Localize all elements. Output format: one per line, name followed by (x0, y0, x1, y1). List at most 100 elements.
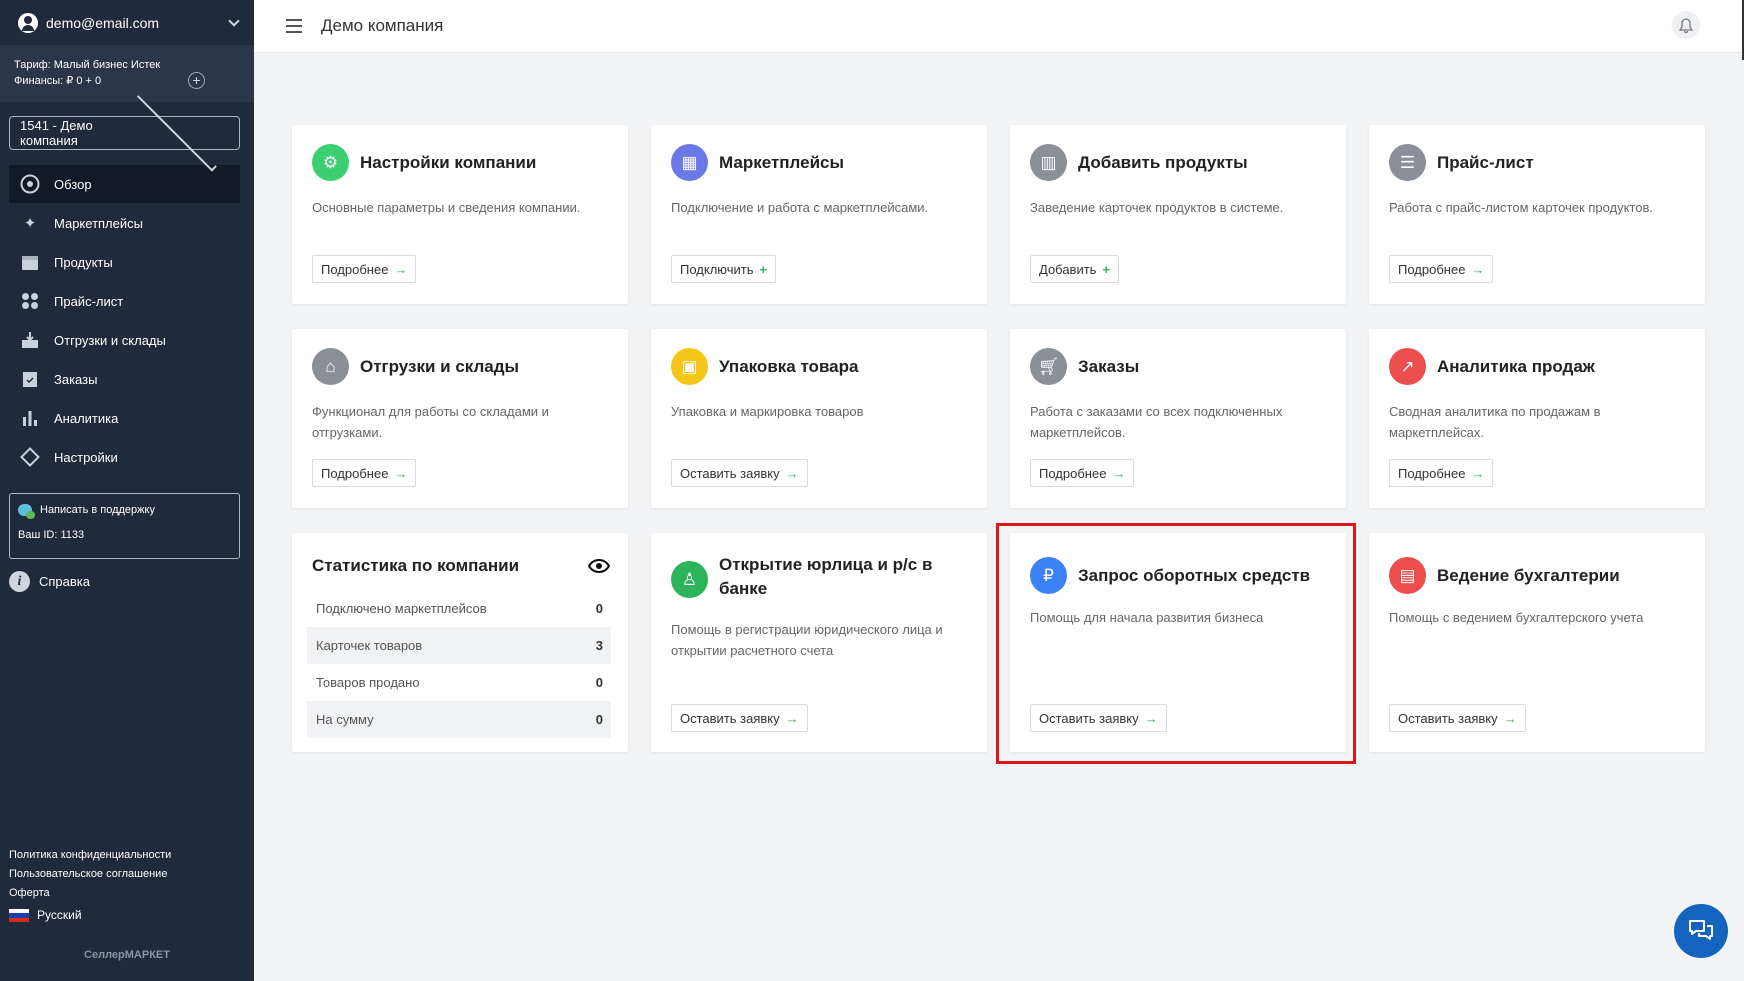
notifications-bell-icon[interactable] (1672, 11, 1700, 39)
marketplaces-connect-button[interactable]: Подключить + (671, 255, 777, 283)
sidebar-item-label: Настройки (54, 449, 118, 465)
eye-icon[interactable] (587, 558, 611, 578)
card-marketplaces: ▦ Маркетплейсы Подключение и работа с мар… (651, 125, 987, 304)
card-company-settings: ⚙ Настройки компании Основные параметры и… (292, 125, 628, 304)
inbox-download-icon (20, 330, 40, 350)
support-box[interactable]: Написать в поддержку Ваш ID: 1133 (9, 493, 240, 559)
stats-row: Товаров продано 0 (316, 675, 603, 690)
dots-icon (20, 291, 40, 311)
diamond-settings-icon (20, 447, 40, 467)
card-title: Открытие юрлица и р/с в банке (719, 555, 933, 598)
arrow-right-icon: → (1471, 465, 1485, 481)
sidebar-item-settings[interactable]: Настройки (9, 438, 240, 476)
package-icon: ▣ (671, 348, 708, 385)
chat-bubbles-icon (1689, 920, 1713, 940)
arrow-right-icon: → (394, 261, 408, 277)
barcode-icon: ▥ (1030, 144, 1067, 181)
accounting-request-button[interactable]: Оставить заявку → (1389, 704, 1526, 732)
company-select[interactable]: 1541 - Демо компания (9, 91, 240, 171)
trend-chart-icon: ↗ (1389, 348, 1426, 385)
tariff-line: Тариф: Малый бизнес Истек (14, 59, 161, 71)
add-funds-icon[interactable]: + (188, 72, 205, 89)
chat-button[interactable] (1674, 904, 1728, 958)
price-list-more-button[interactable]: Подробнее → (1389, 255, 1494, 283)
card-orders: 🛒︎ Заказы Работа с заказами со всех подкл… (1010, 329, 1346, 508)
stats-table: Подключено маркетплейсов 0 Карточек товар… (307, 590, 611, 738)
footer-links: Политика конфиденциальности Пользователь… (9, 846, 171, 925)
card-description: Заведение карточек продуктов в системе. (1030, 200, 1284, 215)
card-title: Отгрузки и склады (360, 356, 520, 376)
warehouse-icon: ⌂ (312, 348, 349, 385)
sidebar-item-label: Продукты (54, 254, 113, 270)
clipboard-check-icon (20, 369, 40, 389)
arrow-right-icon: → (785, 710, 799, 726)
card-title: Аналитика продаж (1437, 356, 1595, 376)
info-icon: i (9, 570, 30, 592)
sidebar-item-overview[interactable]: Обзор (9, 165, 240, 203)
sidebar-menu: Обзор ✦ Маркетплейсы Продукты Прайс-лист… (0, 165, 254, 476)
sidebar-item-price-list[interactable]: Прайс-лист (9, 282, 240, 320)
brand-label: СеллерМАРКЕТ (84, 949, 170, 961)
support-label: Написать в поддержку (40, 504, 155, 516)
sidebar-item-marketplaces[interactable]: ✦ Маркетплейсы (9, 204, 240, 242)
card-description: Упаковка и маркировка товаров (671, 404, 864, 419)
sidebar-item-analytics[interactable]: Аналитика (9, 399, 240, 437)
orders-more-button[interactable]: Подробнее → (1030, 459, 1135, 487)
offer-link[interactable]: Оферта (9, 884, 171, 903)
card-title: Заказы (1078, 356, 1140, 376)
chat-bubbles-icon (18, 504, 35, 519)
card-description: Основные параметры и сведения компании. (312, 200, 581, 215)
help-link[interactable]: i Справка (9, 569, 254, 593)
arrow-right-icon: → (394, 465, 408, 481)
plus-icon: + (1102, 261, 1111, 277)
card-add-products: ▥ Добавить продукты Заведение карточек пр… (1010, 125, 1346, 304)
ledger-icon: ▤ (1389, 557, 1426, 594)
storefront-icon: ▦ (671, 144, 708, 181)
stats-row: На сумму 0 (307, 701, 611, 738)
sales-analytics-more-button[interactable]: Подробнее → (1389, 459, 1494, 487)
card-title: Маркетплейсы (719, 152, 844, 172)
card-title: Настройки компании (360, 152, 537, 172)
sidebar-item-label: Обзор (54, 176, 92, 192)
card-description: Подключение и работа с маркетплейсами. (671, 200, 929, 215)
help-label: Справка (39, 573, 90, 589)
language-switcher[interactable]: Русский (9, 906, 171, 925)
user-agreement-link[interactable]: Пользовательское соглашение (9, 865, 171, 884)
company-select-value: 1541 - Демо компания (20, 118, 93, 148)
card-shipments: ⌂ Отгрузки и склады Функционал для работы… (292, 329, 628, 508)
card-description: Функционал для работы со складами и отгр… (312, 404, 549, 440)
sidebar-item-label: Заказы (54, 371, 98, 387)
card-legal-entity: ♙ Открытие юрлица и р/с в банке Помощь в … (651, 533, 987, 752)
add-products-button[interactable]: Добавить + (1030, 255, 1120, 283)
legal-entity-request-button[interactable]: Оставить заявку → (671, 704, 808, 732)
account-email: demo@email.com (46, 14, 160, 31)
list-icon: ☰ (1389, 144, 1426, 181)
card-sales-analytics: ↗ Аналитика продаж Сводная аналитика по п… (1369, 329, 1705, 508)
calendar-icon (20, 252, 40, 272)
card-title: Добавить продукты (1078, 152, 1248, 172)
gear-icon: ⚙ (312, 144, 349, 181)
account-menu[interactable]: demo@email.com (0, 0, 254, 45)
stats-title: Статистика по компании (312, 556, 520, 575)
sidebar-item-products[interactable]: Продукты (9, 243, 240, 281)
chevron-down-icon (228, 14, 240, 27)
company-stats-card: Статистика по компании Подключено маркет… (292, 533, 628, 752)
highlight-box (996, 523, 1356, 764)
sidebar-item-label: Аналитика (54, 410, 119, 426)
card-description: Работа с прайс-листом карточек продуктов… (1389, 200, 1654, 215)
shipments-more-button[interactable]: Подробнее → (312, 459, 417, 487)
card-description: Работа с заказами со всех подключенных м… (1030, 404, 1283, 440)
packaging-request-button[interactable]: Оставить заявку → (671, 459, 808, 487)
sparkles-icon: ✦ (23, 215, 37, 232)
sidebar-item-orders[interactable]: Заказы (9, 360, 240, 398)
sidebar-item-shipments[interactable]: Отгрузки и склады (9, 321, 240, 359)
company-settings-more-button[interactable]: Подробнее → (312, 255, 417, 283)
topbar: Демо компания (254, 0, 1744, 53)
stats-row: Подключено маркетплейсов 0 (316, 601, 603, 616)
sidebar: demo@email.com Тариф: Малый бизнес Истек… (0, 0, 254, 981)
arrow-right-icon: → (1503, 710, 1517, 726)
hamburger-menu-icon[interactable] (286, 19, 302, 33)
sidebar-item-label: Маркетплейсы (54, 215, 143, 231)
card-title: Упаковка товара (719, 356, 859, 376)
privacy-policy-link[interactable]: Политика конфиденциальности (9, 846, 171, 865)
